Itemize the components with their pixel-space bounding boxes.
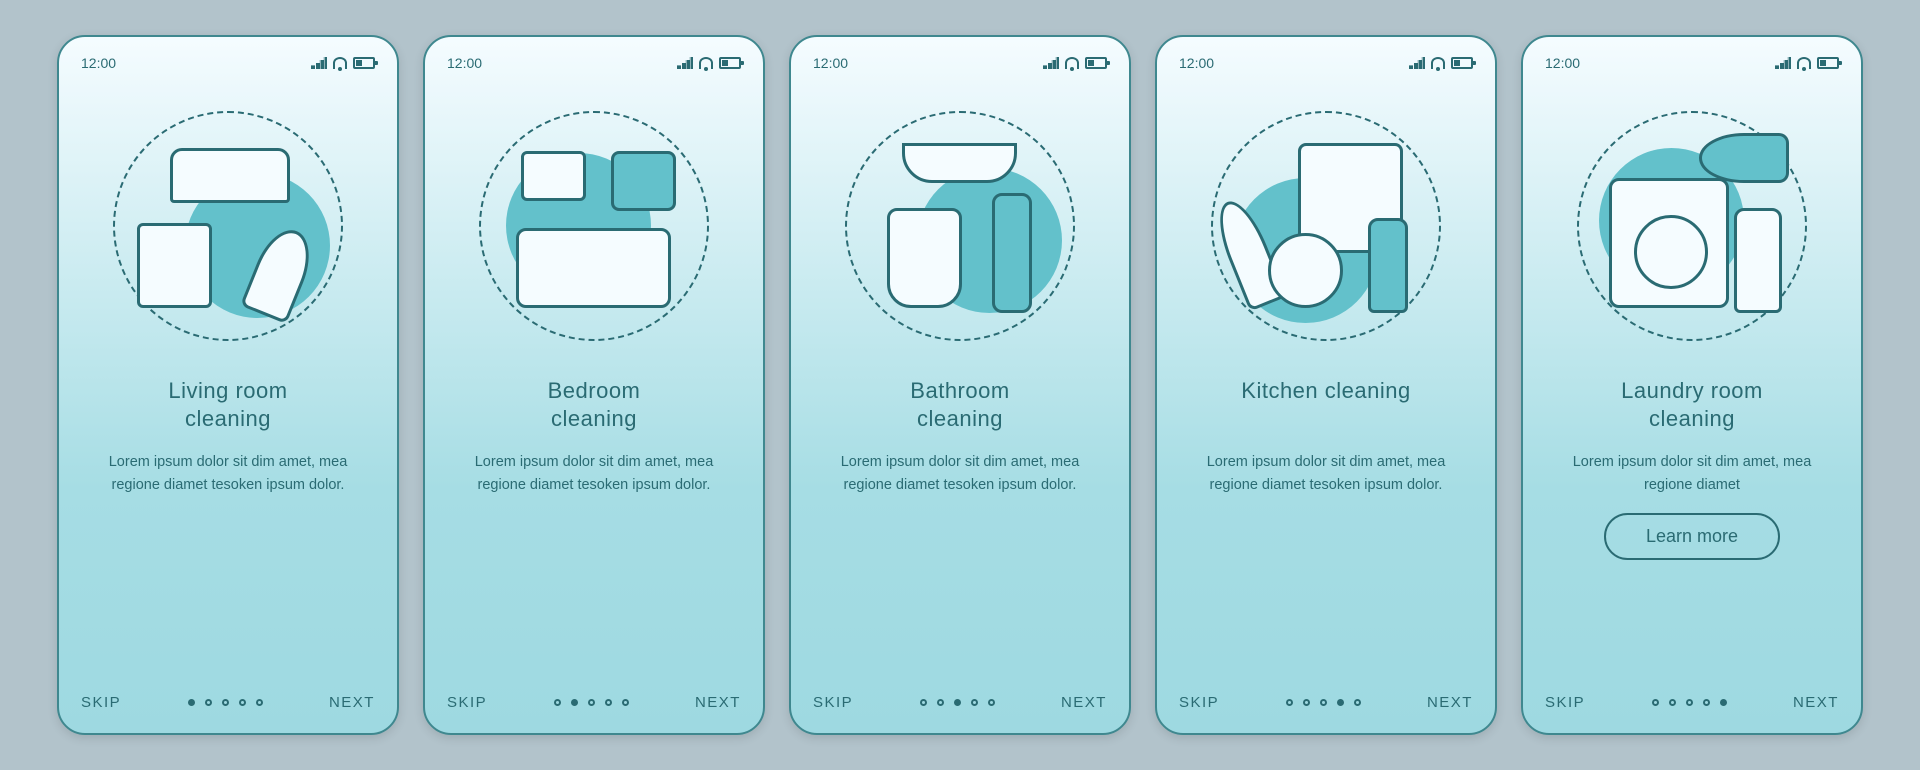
signal-icon [677,57,693,69]
skip-button[interactable]: SKIP [1179,694,1219,711]
dot-2[interactable] [571,699,578,706]
screen-description: Lorem ipsum dolor sit dim amet, mea regi… [1545,451,1839,497]
signal-icon [1775,57,1791,69]
screen-title: Kitchen cleaning [1179,377,1473,433]
dot-1[interactable] [920,699,927,706]
status-bar: 12:00 [447,53,741,73]
nav-bar: SKIP NEXT [447,694,741,715]
learn-more-button[interactable]: Learn more [1604,513,1780,560]
dot-3[interactable] [1320,699,1327,706]
status-icons [1775,57,1839,69]
dot-5[interactable] [1720,699,1727,706]
screen-title: Laundry room cleaning [1545,377,1839,433]
wifi-icon [699,57,713,69]
signal-icon [1409,57,1425,69]
skip-button[interactable]: SKIP [813,694,853,711]
dot-1[interactable] [1286,699,1293,706]
signal-icon [311,57,327,69]
battery-icon [719,57,741,69]
wifi-icon [333,57,347,69]
battery-icon [1817,57,1839,69]
status-bar: 12:00 [81,53,375,73]
next-button[interactable]: NEXT [1061,694,1107,711]
onboarding-screen-4: 12:00 Kitchen cleaning Lorem ipsum dolor… [1155,35,1497,735]
pagination-dots [554,699,629,706]
pagination-dots [188,699,263,706]
dot-4[interactable] [239,699,246,706]
nav-bar: SKIP NEXT [1545,694,1839,715]
dot-2[interactable] [1303,699,1310,706]
kitchen-icon [1179,101,1473,351]
status-icons [311,57,375,69]
next-button[interactable]: NEXT [1427,694,1473,711]
status-time: 12:00 [813,55,848,71]
bathroom-icon [813,101,1107,351]
dot-4[interactable] [971,699,978,706]
status-bar: 12:00 [813,53,1107,73]
dot-1[interactable] [188,699,195,706]
dot-4[interactable] [1703,699,1710,706]
dot-2[interactable] [205,699,212,706]
status-time: 12:00 [1545,55,1580,71]
screen-description: Lorem ipsum dolor sit dim amet, mea regi… [81,451,375,497]
dot-3[interactable] [1686,699,1693,706]
next-button[interactable]: NEXT [1793,694,1839,711]
dot-3[interactable] [588,699,595,706]
screen-title: Living room cleaning [81,377,375,433]
status-time: 12:00 [1179,55,1214,71]
status-bar: 12:00 [1545,53,1839,73]
status-icons [1409,57,1473,69]
laundry-icon [1545,101,1839,351]
dot-4[interactable] [605,699,612,706]
screen-description: Lorem ipsum dolor sit dim amet, mea regi… [447,451,741,497]
wifi-icon [1797,57,1811,69]
skip-button[interactable]: SKIP [81,694,121,711]
dot-4[interactable] [1337,699,1344,706]
onboarding-screen-5: 12:00 Laundry room cleaning Lorem ipsum … [1521,35,1863,735]
onboarding-screen-1: 12:00 Living room cleaning Lorem ipsum d… [57,35,399,735]
dot-1[interactable] [1652,699,1659,706]
bedroom-icon [447,101,741,351]
status-time: 12:00 [447,55,482,71]
next-button[interactable]: NEXT [329,694,375,711]
wifi-icon [1431,57,1445,69]
status-time: 12:00 [81,55,116,71]
dot-2[interactable] [937,699,944,706]
screen-description: Lorem ipsum dolor sit dim amet, mea regi… [813,451,1107,497]
dot-5[interactable] [1354,699,1361,706]
screen-title: Bedroom cleaning [447,377,741,433]
pagination-dots [1652,699,1727,706]
living-room-icon [81,101,375,351]
dot-5[interactable] [622,699,629,706]
status-icons [1043,57,1107,69]
wifi-icon [1065,57,1079,69]
battery-icon [1085,57,1107,69]
pagination-dots [1286,699,1361,706]
dot-5[interactable] [256,699,263,706]
skip-button[interactable]: SKIP [447,694,487,711]
next-button[interactable]: NEXT [695,694,741,711]
nav-bar: SKIP NEXT [1179,694,1473,715]
battery-icon [1451,57,1473,69]
nav-bar: SKIP NEXT [81,694,375,715]
screen-title: Bathroom cleaning [813,377,1107,433]
nav-bar: SKIP NEXT [813,694,1107,715]
status-bar: 12:00 [1179,53,1473,73]
dot-1[interactable] [554,699,561,706]
battery-icon [353,57,375,69]
pagination-dots [920,699,995,706]
dot-3[interactable] [222,699,229,706]
skip-button[interactable]: SKIP [1545,694,1585,711]
onboarding-screen-2: 12:00 Bedroom cleaning Lorem ipsum dolor… [423,35,765,735]
status-icons [677,57,741,69]
dot-2[interactable] [1669,699,1676,706]
dot-3[interactable] [954,699,961,706]
signal-icon [1043,57,1059,69]
dot-5[interactable] [988,699,995,706]
onboarding-screen-3: 12:00 Bathroom cleaning Lorem ipsum dolo… [789,35,1131,735]
screen-description: Lorem ipsum dolor sit dim amet, mea regi… [1179,451,1473,497]
